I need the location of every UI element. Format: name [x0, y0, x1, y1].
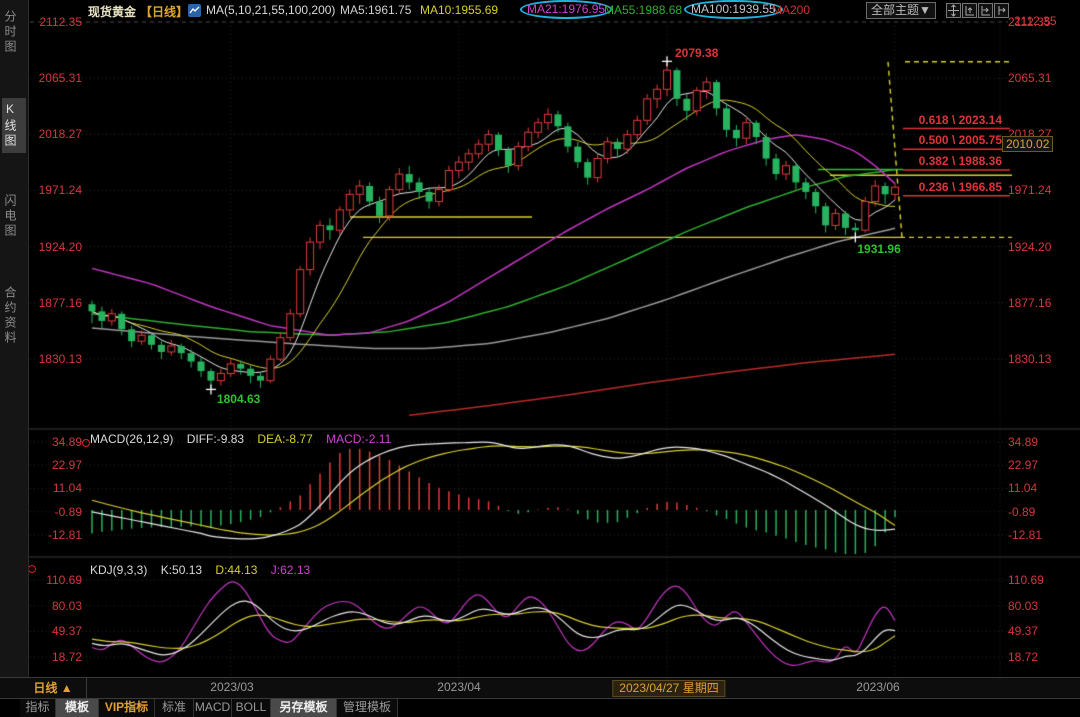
macd-value: MACD:-2.11 — [326, 432, 391, 446]
sidebar-item-3[interactable]: 闪电图 — [2, 190, 26, 243]
ma-value-2: MA10:1955.69 — [420, 3, 498, 17]
ma-value-1: MA5:1961.75 — [340, 3, 411, 17]
tab-2[interactable]: 模板 — [56, 699, 99, 717]
axis-right-icon[interactable] — [978, 3, 993, 18]
date-tick-3[interactable]: 2023/04/27 星期四 — [612, 680, 725, 697]
chart-canvas[interactable] — [0, 0, 1080, 717]
kdj-title[interactable]: KDJ(9,3,3) — [90, 563, 147, 577]
bottom-tab-bar: 指标模板VIP指标标准MACDBOLL另存模板管理模板 — [20, 699, 398, 717]
sidebar-item-2[interactable]: K线图 — [2, 98, 26, 153]
tab-3[interactable]: VIP指标 — [99, 699, 155, 717]
tab-8[interactable]: 管理模板 — [337, 699, 398, 717]
chart-type-icon[interactable] — [188, 4, 201, 20]
kdj-j-value: J:62.13 — [271, 563, 310, 577]
left-sidebar: 分时图 K线图闪电图合约资料 — [0, 0, 29, 677]
macd-header: MACD(26,12,9) DIFF:-9.83 DEA:-8.77 MACD:… — [90, 432, 401, 446]
macd-marker-dot-icon[interactable] — [82, 439, 90, 447]
axis-up-icon[interactable] — [962, 3, 977, 18]
sidebar-item-1[interactable]: 分时图 — [2, 6, 26, 59]
period-tag: 【日线】 — [140, 3, 188, 20]
tab-5[interactable]: MACD — [194, 699, 232, 717]
tab-7[interactable]: 另存模板 — [271, 699, 337, 717]
kdj-marker-dot-icon[interactable] — [28, 565, 36, 573]
date-tick-4: 2023/06 — [856, 680, 899, 694]
date-axis-row: 日线 ▲ 2023/03 2023/04 2023/04/27 星期四 2023/06 — [0, 677, 1080, 699]
symbol-title: 现货黄金 — [88, 3, 136, 20]
kdj-k-value: K:50.13 — [161, 563, 202, 577]
period-selector[interactable]: 日线 ▲ — [20, 678, 87, 698]
kdj-d-value: D:44.13 — [215, 563, 257, 577]
macd-title[interactable]: MACD(26,12,9) — [90, 432, 173, 446]
ma-value-4: MA55:1988.68 — [604, 3, 682, 17]
tab-4[interactable]: 标准 — [155, 699, 194, 717]
date-tick-1: 2023/03 — [210, 680, 253, 694]
current-price-tag: 2010.02 — [1002, 136, 1053, 152]
macd-dea-value: DEA:-8.77 — [257, 432, 312, 446]
ma-value-6: MA200 — [772, 3, 810, 17]
ma-value-3: MA21:1976.95 — [520, 0, 612, 19]
sidebar-item-4[interactable]: 合约资料 — [2, 282, 26, 350]
trading-app-window: 现货黄金 【日线】 MA(5,10,21,55,100,200) MA5:196… — [0, 0, 1080, 717]
chart-header: 现货黄金 【日线】 MA(5,10,21,55,100,200) MA5:196… — [0, 0, 1080, 22]
tab-1[interactable]: 指标 — [20, 699, 56, 717]
pan-crosshair-icon[interactable] — [946, 3, 961, 18]
macd-diff-value: DIFF:-9.83 — [187, 432, 244, 446]
ma-settings-label[interactable]: MA(5,10,21,55,100,200) — [206, 3, 335, 17]
kdj-header: KDJ(9,3,3) K:50.13 D:44.13 J:62.13 — [90, 563, 320, 577]
shift-right-icon[interactable] — [994, 3, 1009, 18]
date-tick-2: 2023/04 — [437, 680, 480, 694]
tab-6[interactable]: BOLL — [232, 699, 271, 717]
theme-dropdown-button[interactable]: 全部主题▼ — [866, 2, 936, 19]
ma-value-5: MA100:1939.55 — [684, 0, 783, 19]
top-right-price-label: 2112.35 — [1014, 14, 1057, 28]
